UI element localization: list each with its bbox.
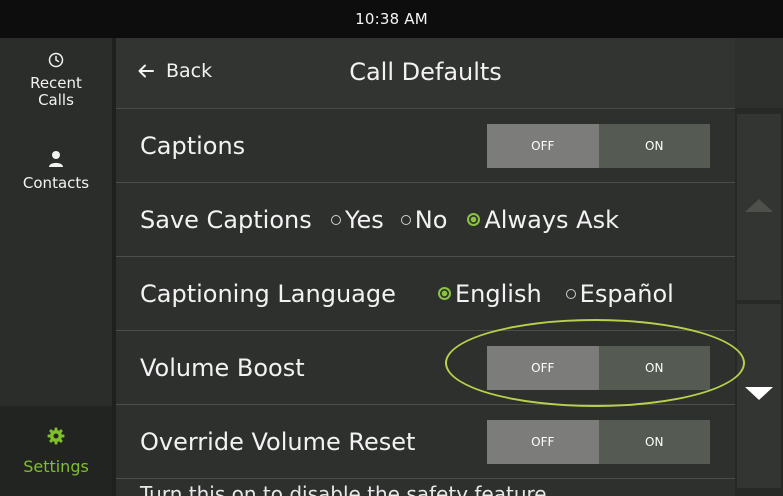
sidebar-item-recent-calls[interactable]: Recent Calls xyxy=(0,52,112,109)
sidebar-item-contacts[interactable]: Contacts xyxy=(0,150,112,192)
sidebar: Recent Calls Contacts Settings xyxy=(0,38,112,496)
list-item-captions: Captions OFF ON xyxy=(116,109,735,183)
gear-icon xyxy=(47,427,65,449)
sidebar-item-settings[interactable]: Settings xyxy=(0,406,112,496)
volume-boost-on-option[interactable]: ON xyxy=(598,345,710,390)
override-volume-reset-label: Override Volume Reset xyxy=(140,427,416,456)
radio-unchecked-icon xyxy=(565,288,576,299)
clock: 10:38 AM xyxy=(355,10,428,28)
person-icon xyxy=(48,150,64,172)
sidebar-item-label: Contacts xyxy=(22,174,90,192)
radio-label: Yes xyxy=(345,205,384,234)
list-item-save-captions: Save Captions Yes No Always Ask xyxy=(116,183,735,257)
save-captions-yes-radio[interactable]: Yes xyxy=(331,206,384,234)
override-volume-reset-off-option[interactable]: OFF xyxy=(487,419,599,464)
status-bar: 10:38 AM xyxy=(0,0,783,38)
volume-boost-label: Volume Boost xyxy=(140,353,305,382)
volume-boost-toggle[interactable]: OFF ON xyxy=(487,345,710,390)
language-english-radio[interactable]: English xyxy=(438,280,542,308)
radio-checked-icon xyxy=(467,213,481,226)
list-item-override-volume-reset: Override Volume Reset OFF ON xyxy=(116,405,735,479)
radio-unchecked-icon xyxy=(331,214,341,225)
save-captions-always-ask-radio[interactable]: Always Ask xyxy=(467,206,619,234)
settings-list: Captions OFF ON Save Captions Yes No Alw… xyxy=(116,109,735,479)
override-volume-reset-toggle[interactable]: OFF ON xyxy=(487,419,710,464)
radio-label: Español xyxy=(579,279,674,308)
captions-toggle[interactable]: OFF ON xyxy=(487,123,710,168)
radio-checked-icon xyxy=(438,287,451,300)
scroll-up-button[interactable] xyxy=(737,114,781,300)
header: Back Call Defaults xyxy=(116,38,735,108)
language-espanol-radio[interactable]: Español xyxy=(565,279,674,308)
captioning-language-radio-group: English Español xyxy=(438,280,674,308)
captions-off-option[interactable]: OFF xyxy=(487,123,599,168)
list-item-captioning-language: Captioning Language English Español xyxy=(116,257,735,331)
radio-unchecked-icon xyxy=(400,214,411,225)
scroll-down-button[interactable] xyxy=(737,304,781,488)
volume-boost-off-option[interactable]: OFF xyxy=(487,345,599,390)
sidebar-item-label: Settings xyxy=(23,457,89,476)
page-title: Call Defaults xyxy=(349,58,502,86)
scroll-column xyxy=(735,108,783,496)
captions-label: Captions xyxy=(140,131,246,160)
save-captions-label: Save Captions xyxy=(140,205,312,234)
clock-icon xyxy=(48,52,64,72)
screen: 10:38 AM Recent Calls Contacts Settings … xyxy=(0,0,783,496)
list-item-volume-boost: Volume Boost OFF ON xyxy=(116,331,735,405)
radio-label: English xyxy=(455,279,542,308)
save-captions-no-radio[interactable]: No xyxy=(400,205,448,234)
chevron-down-icon xyxy=(744,386,774,406)
chevron-up-icon xyxy=(744,197,774,217)
description-text: Turn this on to disable the safety featu… xyxy=(140,482,566,496)
captioning-language-label: Captioning Language xyxy=(140,279,396,308)
override-volume-reset-on-option[interactable]: ON xyxy=(598,419,710,464)
captions-on-option[interactable]: ON xyxy=(598,123,710,168)
sidebar-item-label: Calls xyxy=(38,91,74,109)
save-captions-radio-group: Yes No Always Ask xyxy=(331,206,619,234)
radio-label: Always Ask xyxy=(484,205,619,234)
radio-label: No xyxy=(414,205,448,234)
sidebar-item-label: Recent xyxy=(30,74,82,92)
